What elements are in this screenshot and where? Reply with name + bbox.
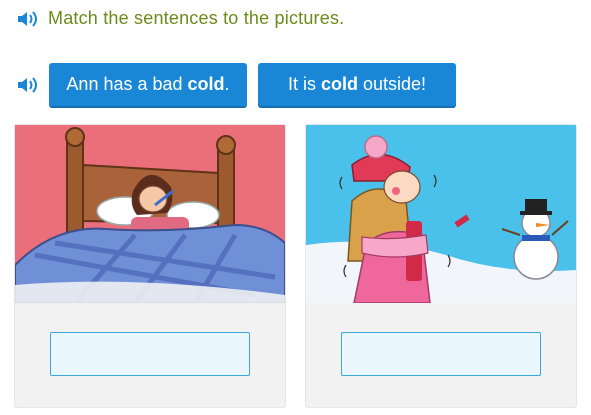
girl-sick-in-bed-illustration (15, 125, 285, 303)
instruction-text: Match the sentences to the pictures. (48, 8, 345, 28)
picture-card-sick (15, 125, 285, 407)
tile-text-before: It is (287, 74, 321, 94)
tile-text-before: Ann has a bad (66, 74, 188, 94)
tile-text-after: . (224, 74, 230, 94)
answer-drop-box[interactable] (341, 332, 541, 376)
girl-shivering-in-snow-illustration (306, 125, 576, 303)
tile-text-bold: cold (187, 74, 225, 94)
sentence-tile-sick[interactable]: Ann has a bad cold. (49, 63, 247, 106)
speaker-icon[interactable] (16, 74, 42, 96)
answer-drop-box[interactable] (50, 332, 250, 376)
speaker-icon[interactable] (16, 8, 42, 30)
tile-text-after: outside! (357, 74, 427, 94)
tile-text-bold: cold (320, 74, 358, 94)
sentence-tile-weather[interactable]: It is cold outside! (258, 63, 456, 106)
picture-card-weather (306, 125, 576, 407)
